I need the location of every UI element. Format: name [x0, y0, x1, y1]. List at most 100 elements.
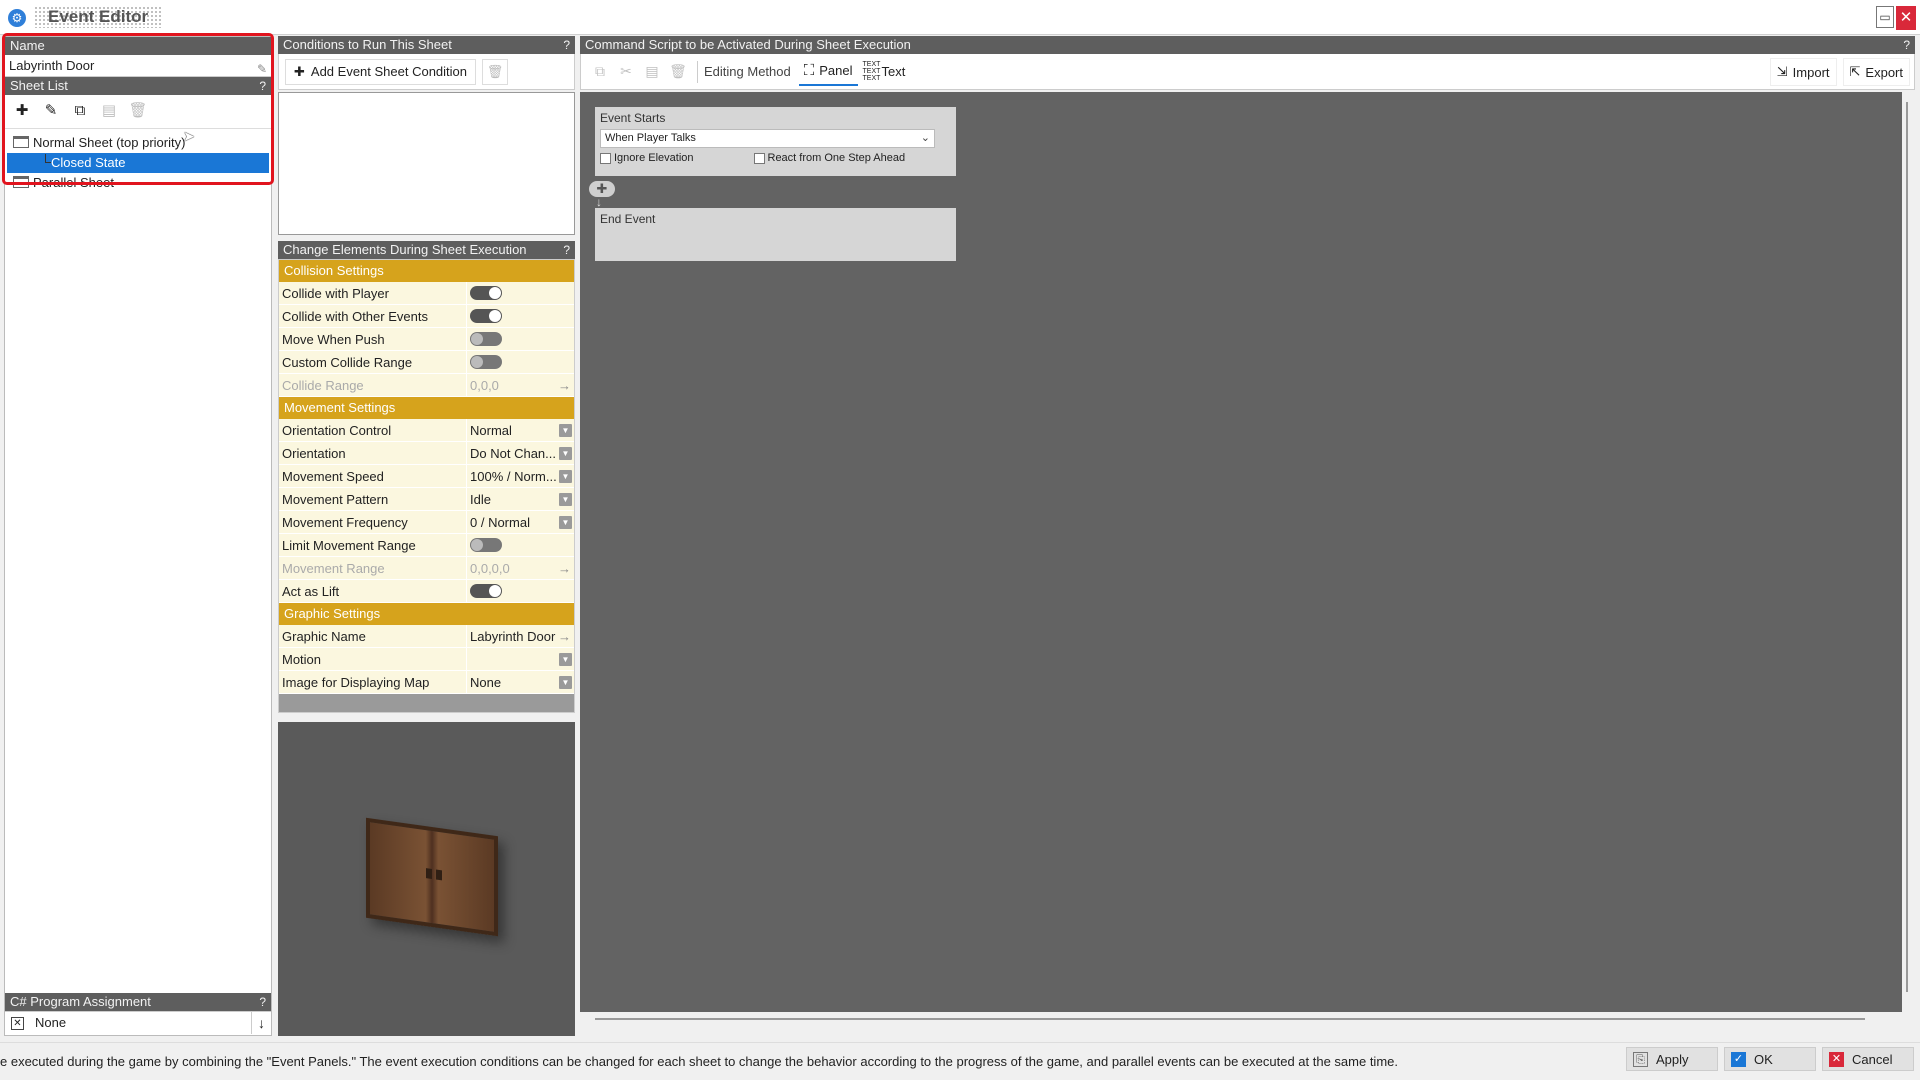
door-handle [426, 868, 432, 879]
toggle-switch[interactable] [470, 286, 502, 300]
section-movement: Movement Settings [279, 397, 574, 419]
row-act-as-lift[interactable]: Act as Lift [279, 580, 574, 603]
status-bar: e executed during the game by combining … [0, 1042, 1920, 1080]
row-movement-frequency[interactable]: Movement Frequency 0 / Normal ▼ [279, 511, 574, 534]
row-limit-movement[interactable]: Limit Movement Range [279, 534, 574, 557]
command-script-header: Command Script to be Activated During Sh… [580, 36, 1915, 54]
title-bar: ⚙ Event Editor ▭ ✕ [0, 0, 1920, 35]
import-button[interactable]: ⇲ Import [1769, 58, 1837, 86]
command-toolbar: ⧉ ✂ ▤ 🗑 Editing Method ⛶ Panel TEXT TEXT … [580, 54, 1915, 90]
cs-header: C# Program Assignment ? [5, 993, 271, 1011]
check-icon: ✓ [1731, 1051, 1746, 1067]
react-one-step-checkbox[interactable]: React from One Step Ahead [753, 152, 905, 164]
close-icon[interactable]: ✕ [1896, 6, 1916, 30]
separator [697, 60, 698, 83]
help-icon[interactable]: ? [563, 241, 570, 259]
row-movement-range: Movement Range 0,0,0,0 → [279, 557, 574, 580]
import-export-group: ⇲ Import ⇱ Export [1769, 58, 1910, 86]
text-icon: TEXT TEXT TEXT [862, 61, 881, 82]
event-starts-label: Event Starts [600, 111, 666, 125]
dropdown-icon[interactable]: ▼ [559, 516, 572, 529]
event-starts-panel[interactable]: Event Starts When Player Talks ⌄ Ignore … [595, 107, 956, 176]
delete-condition-icon[interactable]: 🗑 [482, 59, 509, 85]
row-map-image[interactable]: Image for Displaying Map None ▼ [279, 671, 574, 694]
change-elements-header: Change Elements During Sheet Execution ? [278, 241, 575, 259]
toggle-switch[interactable] [470, 538, 502, 552]
end-event-panel: End Event [595, 208, 956, 261]
vertical-scrollbar[interactable] [1902, 92, 1915, 1012]
dialog-buttons: ⎘ Apply ✓ OK ✕ Cancel [1626, 1047, 1914, 1071]
toggle-switch[interactable] [470, 584, 502, 598]
row-collide-range: Collide Range 0,0,0 → [279, 374, 574, 397]
cs-program-section: C# Program Assignment ? ✕ None ↓ [5, 993, 271, 1035]
conditions-toolbar: ✚ Add Event Sheet Condition 🗑 [278, 54, 575, 90]
dropdown-icon[interactable]: ▼ [559, 676, 572, 689]
arrow-down-icon[interactable]: ↓ [251, 1012, 271, 1034]
text-mode-button[interactable]: TEXT TEXT TEXT Text [858, 58, 911, 86]
row-collide-player[interactable]: Collide with Player [279, 282, 574, 305]
copy-icon[interactable]: ⧉ [587, 63, 613, 80]
toggle-switch[interactable] [470, 309, 502, 323]
insert-command-button[interactable]: ✚ [589, 181, 615, 197]
left-panel: Name Labyrinth Door ✎ Sheet List ? ✚ ✎ ⧉… [4, 36, 272, 1036]
help-icon[interactable]: ? [259, 993, 266, 1011]
row-movement-pattern[interactable]: Movement Pattern Idle ▼ [279, 488, 574, 511]
help-icon[interactable]: ? [1903, 36, 1910, 54]
add-condition-button[interactable]: ✚ Add Event Sheet Condition [285, 59, 477, 85]
ignore-elevation-checkbox[interactable]: Ignore Elevation [600, 152, 694, 164]
plus-icon: ✚ [294, 64, 305, 79]
section-graphic: Graphic Settings [279, 603, 574, 625]
dropdown-icon[interactable]: ▼ [559, 493, 572, 506]
chevron-down-icon: ⌄ [920, 132, 930, 144]
arrow-right-icon[interactable]: → [558, 625, 571, 647]
conditions-list[interactable] [278, 92, 575, 235]
arrow-down-icon: ↓ [596, 195, 602, 209]
dropdown-icon[interactable]: ▼ [559, 424, 572, 437]
panel-mode-button[interactable]: ⛶ Panel [798, 58, 858, 86]
section-collision: Collision Settings [279, 260, 574, 282]
graphic-preview [278, 722, 575, 1036]
status-message: e executed during the game by combining … [0, 1054, 1398, 1069]
horizontal-scrollbar[interactable] [580, 1012, 1902, 1026]
toggle-switch[interactable] [470, 355, 502, 369]
arrow-right-icon: → [558, 561, 571, 576]
cs-program-select[interactable]: ✕ None ↓ [5, 1011, 271, 1035]
conditions-header: Conditions to Run This Sheet ? [278, 36, 575, 54]
apply-button[interactable]: ⎘ Apply [1626, 1047, 1718, 1071]
cut-icon[interactable]: ✂ [613, 63, 639, 80]
event-start-options: Ignore Elevation React from One Step Ahe… [600, 152, 951, 164]
row-movement-speed[interactable]: Movement Speed 100% / Norm... ▼ [279, 465, 574, 488]
row-graphic-name[interactable]: Graphic Name Labyrinth Door → [279, 625, 574, 648]
dropdown-icon[interactable]: ▼ [559, 447, 572, 460]
export-icon: ⇱ [1849, 64, 1861, 79]
restore-icon[interactable]: ▭ [1876, 6, 1894, 28]
door-model [366, 817, 498, 937]
close-icon: ✕ [1829, 1051, 1844, 1067]
row-orientation-control[interactable]: Orientation Control Normal ▼ [279, 419, 574, 442]
dropdown-icon[interactable]: ▼ [559, 653, 572, 666]
apply-icon: ⎘ [1633, 1051, 1648, 1067]
delete-icon[interactable]: 🗑 [665, 63, 691, 80]
import-icon: ⇲ [1776, 64, 1788, 79]
row-move-when-push[interactable]: Move When Push [279, 328, 574, 351]
gear-icon: ⚙ [8, 9, 26, 27]
row-orientation[interactable]: Orientation Do Not Chan... ▼ [279, 442, 574, 465]
row-custom-collide[interactable]: Custom Collide Range [279, 351, 574, 374]
editing-method-label: Editing Method [704, 64, 791, 79]
clear-icon[interactable]: ✕ [11, 1017, 24, 1030]
event-panel-canvas[interactable]: Event Starts When Player Talks ⌄ Ignore … [580, 92, 1902, 1012]
property-grid: Collision Settings Collide with Player C… [278, 259, 575, 713]
help-icon[interactable]: ? [563, 36, 570, 54]
highlight-box [2, 33, 274, 185]
export-button[interactable]: ⇱ Export [1842, 58, 1910, 86]
ok-button[interactable]: ✓ OK [1724, 1047, 1816, 1071]
row-collide-events[interactable]: Collide with Other Events [279, 305, 574, 328]
door-handle [436, 869, 442, 881]
middle-panel: Conditions to Run This Sheet ? ✚ Add Even… [278, 36, 575, 1036]
dropdown-icon[interactable]: ▼ [559, 470, 572, 483]
row-motion[interactable]: Motion ▼ [279, 648, 574, 671]
paste-icon[interactable]: ▤ [639, 63, 665, 80]
toggle-switch[interactable] [470, 332, 502, 346]
cancel-button[interactable]: ✕ Cancel [1822, 1047, 1914, 1071]
event-starts-select[interactable]: When Player Talks ⌄ [600, 129, 935, 148]
